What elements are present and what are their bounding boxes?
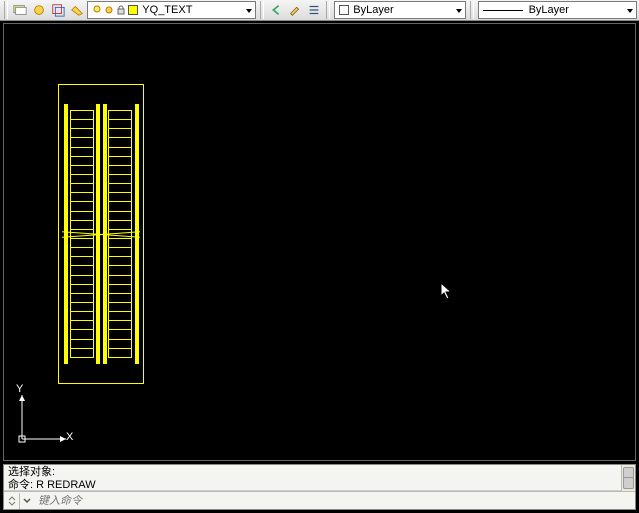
ucs-icon: X Y: [16, 389, 76, 452]
toolbar-grip[interactable]: [470, 1, 474, 19]
sun-icon: [104, 5, 114, 15]
ucs-y-label: Y: [16, 383, 23, 395]
color-swatch: [339, 5, 349, 15]
layer-states-button[interactable]: [31, 1, 48, 19]
lightbulb-icon: [92, 5, 102, 15]
color-name: ByLayer: [353, 4, 393, 16]
command-scrollbar[interactable]: [621, 465, 635, 491]
command-window: 选择对象: 命令: R REDRAW: [3, 464, 636, 510]
toolbar-grip[interactable]: [260, 1, 264, 19]
toolbar-grip[interactable]: [4, 1, 8, 19]
match-properties-button[interactable]: [287, 1, 304, 19]
drawing-column: [58, 84, 144, 384]
command-history[interactable]: 选择对象: 命令: R REDRAW: [4, 465, 635, 491]
lock-icon: [116, 5, 126, 15]
layer-match-button[interactable]: [50, 1, 67, 19]
layer-dropdown[interactable]: YQ_TEXT: [87, 1, 256, 19]
list-button[interactable]: [306, 1, 323, 19]
command-recent-button[interactable]: [20, 493, 34, 509]
scroll-down-button[interactable]: [623, 477, 634, 489]
command-history-line: 选择对象:: [8, 466, 631, 479]
model-viewport[interactable]: X Y: [3, 23, 636, 461]
command-grip-icon[interactable]: [4, 493, 20, 509]
color-dropdown[interactable]: ByLayer: [334, 1, 465, 19]
linetype-name: ByLayer: [529, 4, 569, 16]
top-toolbar: YQ_TEXT ByLayer ByLayer: [0, 0, 639, 21]
cursor-icon: [440, 282, 454, 303]
command-history-line: 命令: R REDRAW: [8, 479, 631, 491]
layer-isolate-button[interactable]: [68, 1, 85, 19]
command-input[interactable]: [34, 495, 635, 507]
linetype-dropdown[interactable]: ByLayer: [478, 1, 637, 19]
layer-manager-button[interactable]: [12, 1, 29, 19]
layer-name: YQ_TEXT: [142, 4, 192, 16]
linetype-swatch: [483, 10, 523, 11]
layer-color-swatch: [128, 5, 138, 15]
toolbar-grip[interactable]: [326, 1, 330, 19]
layer-previous-button[interactable]: [268, 1, 285, 19]
ucs-x-label: X: [66, 431, 73, 443]
